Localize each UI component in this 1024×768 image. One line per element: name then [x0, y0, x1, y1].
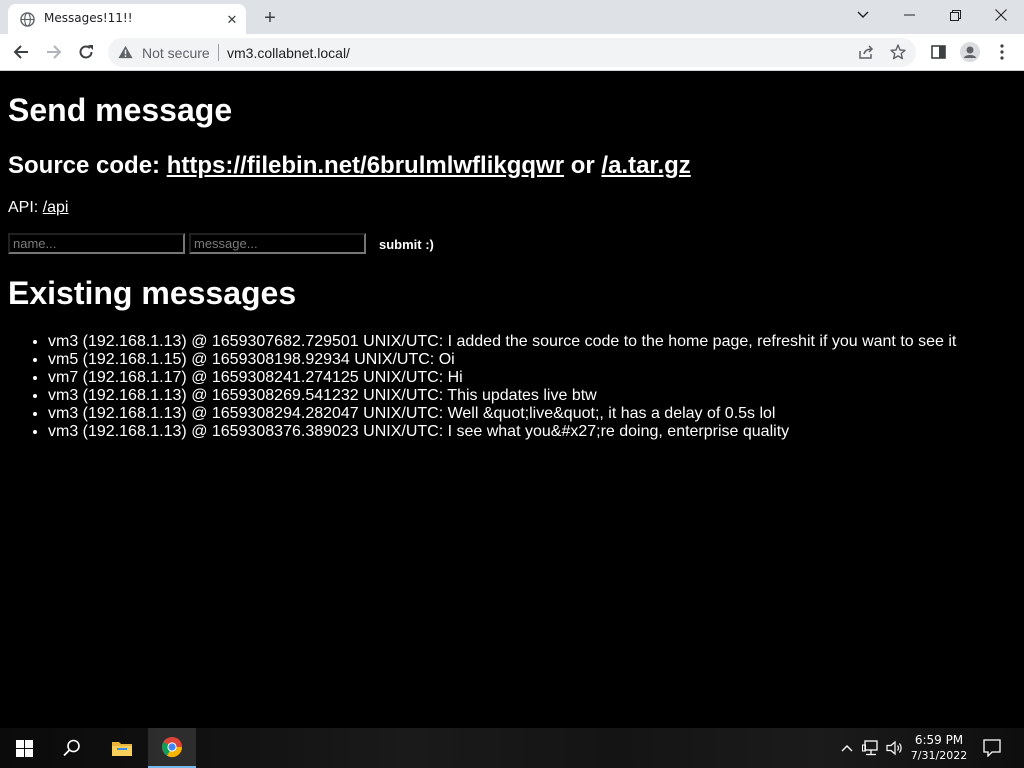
list-item: vm5 (192.168.1.15) @ 1659308198.92934 UN…: [48, 351, 956, 369]
start-icon[interactable]: [0, 728, 48, 768]
api-link[interactable]: /api: [43, 199, 69, 216]
address-bar[interactable]: Not secure vm3.collabnet.local/: [108, 38, 916, 67]
chevron-up-icon[interactable]: [838, 739, 856, 757]
close-tab-icon[interactable]: ✕: [224, 12, 240, 28]
back-arrow-icon[interactable]: [9, 40, 33, 64]
page-content: Send message Source code: https://filebi…: [0, 71, 1024, 728]
bookmark-star-icon[interactable]: [890, 44, 906, 65]
kebab-menu-icon[interactable]: [990, 40, 1014, 64]
warning-icon[interactable]: [118, 45, 133, 64]
api-line: API: /api: [8, 199, 68, 217]
new-tab-button[interactable]: +: [258, 6, 282, 30]
omnibox-divider: [218, 44, 219, 61]
file-explorer-icon[interactable]: [98, 728, 146, 768]
send-message-heading: Send message: [8, 92, 233, 128]
volume-icon[interactable]: [886, 739, 904, 757]
message-list: vm3 (192.168.1.13) @ 1659307682.729501 U…: [48, 333, 956, 441]
search-icon[interactable]: [48, 728, 96, 768]
browser-toolbar: Not secure vm3.collabnet.local/: [0, 34, 1024, 71]
security-label[interactable]: Not secure: [142, 45, 210, 61]
submit-button[interactable]: submit :): [372, 234, 441, 254]
list-item: vm7 (192.168.1.17) @ 1659308241.274125 U…: [48, 369, 956, 387]
close-window-icon[interactable]: [978, 0, 1024, 30]
list-item: vm3 (192.168.1.13) @ 1659308376.389023 U…: [48, 423, 956, 441]
tab-strip: Messages!11!! ✕ +: [0, 0, 1024, 34]
browser-tab[interactable]: Messages!11!! ✕: [8, 4, 246, 34]
existing-messages-heading: Existing messages: [8, 275, 297, 311]
list-item: vm3 (192.168.1.13) @ 1659308294.282047 U…: [48, 405, 956, 423]
notifications-icon[interactable]: [982, 738, 1002, 758]
globe-icon: [20, 12, 35, 27]
taskbar: 6:59 PM 7/31/2022: [0, 728, 1024, 768]
minimize-icon[interactable]: [886, 0, 932, 30]
api-prefix: API:: [8, 199, 43, 216]
clock-time: 6:59 PM: [914, 733, 964, 747]
archive-link[interactable]: /a.tar.gz: [601, 152, 690, 179]
message-input[interactable]: [189, 233, 366, 254]
source-code-prefix: Source code:: [8, 152, 167, 179]
name-input[interactable]: [8, 233, 185, 254]
list-item: vm3 (192.168.1.13) @ 1659307682.729501 U…: [48, 333, 956, 351]
system-clock[interactable]: 6:59 PM 7/31/2022: [908, 732, 970, 764]
filebin-link[interactable]: https://filebin.net/6brulmlwflikgqwr: [167, 152, 564, 179]
chrome-icon[interactable]: [148, 728, 196, 768]
restore-icon[interactable]: [932, 0, 978, 30]
source-or-text: or: [564, 152, 602, 179]
side-panel-icon[interactable]: [926, 40, 950, 64]
forward-arrow-icon[interactable]: [42, 40, 66, 64]
list-item: vm3 (192.168.1.13) @ 1659308269.541232 U…: [48, 387, 956, 405]
profile-avatar-icon[interactable]: [958, 40, 982, 64]
url-text[interactable]: vm3.collabnet.local/: [227, 45, 350, 61]
source-code-heading: Source code: https://filebin.net/6brulml…: [8, 152, 691, 180]
share-icon[interactable]: [858, 45, 874, 65]
reload-icon[interactable]: [74, 40, 98, 64]
clock-date: 7/31/2022: [910, 749, 968, 762]
network-icon[interactable]: [862, 739, 880, 757]
tab-search-icon[interactable]: [840, 0, 886, 30]
tab-title: Messages!11!!: [44, 11, 133, 25]
